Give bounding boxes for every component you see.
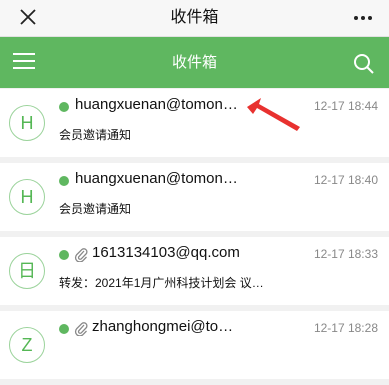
unread-dot-icon: [59, 324, 69, 334]
subject: 会员邀请通知: [59, 128, 132, 142]
message-row[interactable]: H huangxuenan@tomon… 12-17 18:40 会员邀请通知: [0, 163, 389, 237]
unread-dot-icon: [59, 176, 69, 186]
subject: 会员邀请通知: [59, 202, 132, 216]
sender: huangxuenan@tomon…: [75, 170, 238, 187]
unread-dot-icon: [59, 250, 69, 260]
attachment-icon: [74, 322, 88, 336]
avatar: 日: [9, 253, 45, 289]
sender: zhanghongmei@to…: [92, 318, 234, 335]
inbox-toolbar: 收件箱: [0, 37, 389, 88]
more-icon[interactable]: [353, 8, 373, 28]
toolbar-title: 收件箱: [171, 54, 217, 71]
annotation-arrow-icon: [247, 98, 300, 131]
avatar: Z: [9, 327, 45, 363]
title-bar: 收件箱: [0, 0, 389, 37]
date: 12-17 18:40: [313, 173, 378, 187]
message-list: H huangxuenan@tomon… 12-17 18:44 会员邀请通知 …: [0, 89, 389, 385]
sender: 1613134103@qq.com: [92, 244, 240, 261]
subject: 转发：2021年1月广州科技计划会 议…: [59, 276, 264, 290]
attachment-icon: [74, 248, 88, 262]
page-title: 收件箱: [170, 9, 219, 26]
date: 12-17 18:28: [313, 321, 378, 335]
message-row[interactable]: 日 1613134103@qq.com 12-17 18:33 转发：2021年…: [0, 237, 389, 311]
unread-dot-icon: [59, 102, 69, 112]
date: 12-17 18:33: [313, 247, 378, 261]
avatar: H: [9, 105, 45, 141]
search-icon[interactable]: [353, 53, 375, 75]
message-row[interactable]: H huangxuenan@tomon… 12-17 18:44 会员邀请通知: [0, 89, 389, 163]
date: 12-17 18:44: [313, 99, 378, 113]
message-row[interactable]: Z zhanghongmei@to… 12-17 18:28: [0, 311, 389, 385]
avatar: H: [9, 179, 45, 215]
sender: huangxuenan@tomon…: [75, 96, 238, 113]
